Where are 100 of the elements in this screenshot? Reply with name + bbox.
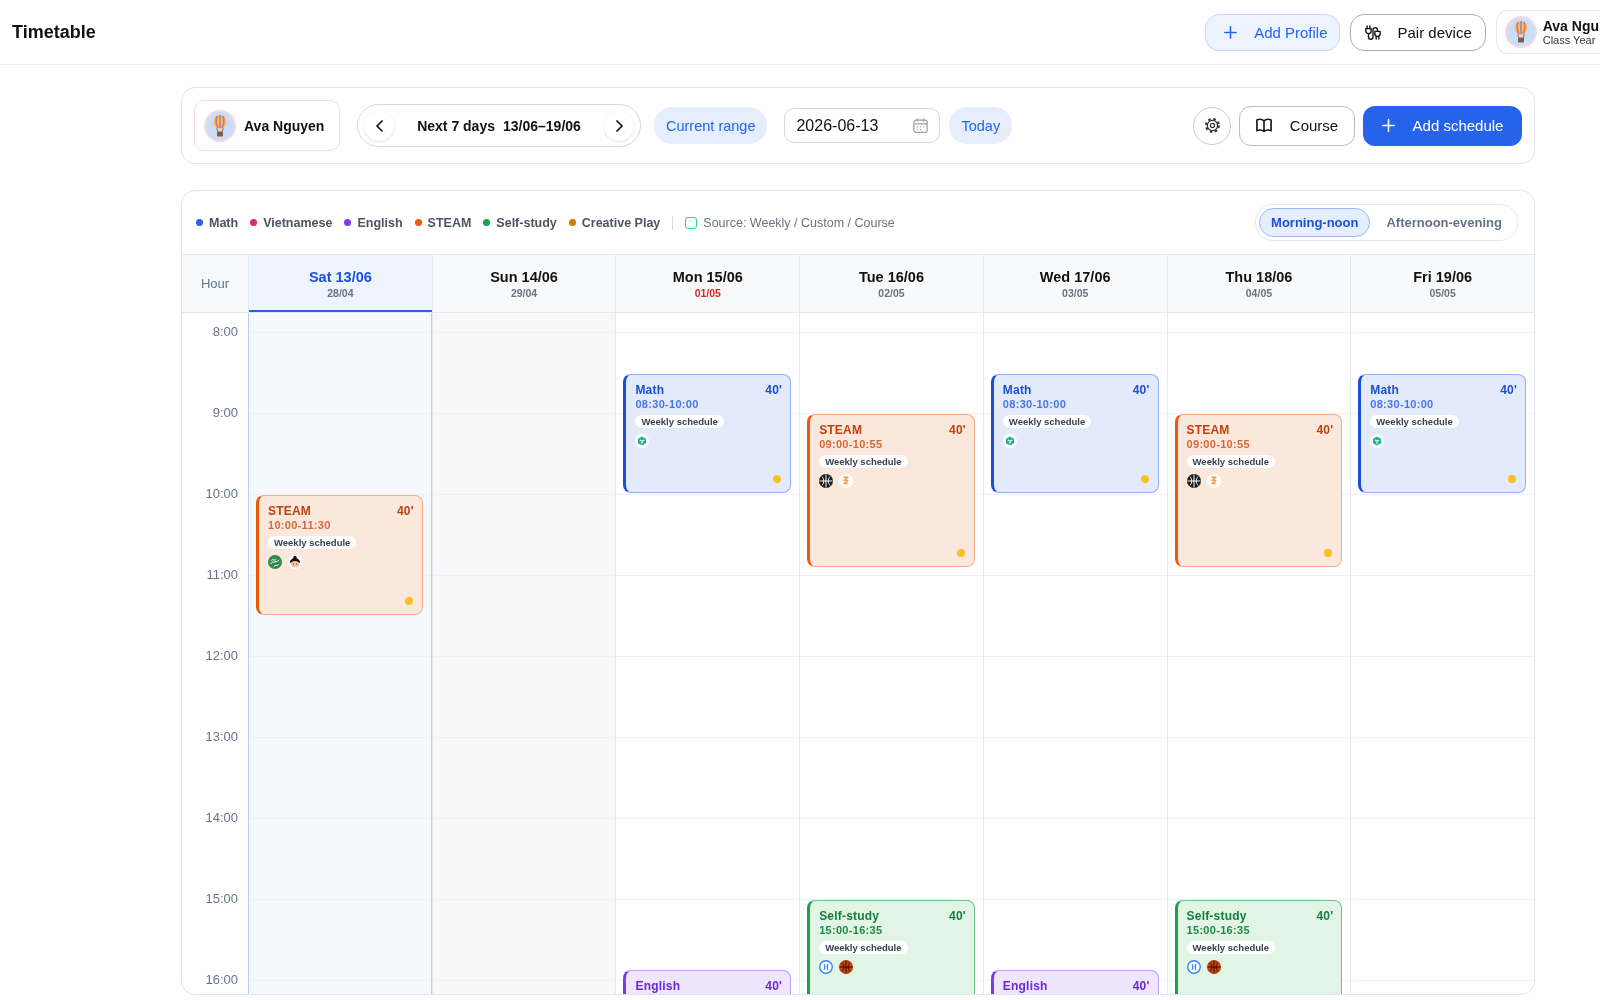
day-header[interactable]: Sun 14/06 29/04	[431, 255, 616, 312]
range-dates: 13/06–19/06	[503, 117, 581, 134]
balloon-avatar-icon	[204, 109, 236, 142]
event-time: 15:00-16:35	[819, 924, 884, 936]
profile-name: Ava Nguyen	[244, 117, 325, 134]
event-card[interactable]: STEAM 40' 09:00-10:55 Weekly schedule	[1174, 414, 1343, 568]
event-card[interactable]: STEAM 40' 09:00-10:55 Weekly schedule	[807, 414, 975, 568]
book-icon	[1255, 118, 1272, 133]
event-title: English	[1002, 979, 1048, 993]
next-button[interactable]	[604, 110, 634, 141]
event-title: Math	[1370, 382, 1400, 397]
settings-button[interactable]	[1193, 106, 1231, 145]
course-button[interactable]: Course	[1239, 105, 1355, 146]
legend-label: Self-study	[496, 215, 557, 230]
event-card[interactable]: Math 40' 08:30-10:00 Weekly schedule	[1358, 373, 1526, 493]
lunar-date: 03/05	[1062, 286, 1089, 299]
hour-label: 15:00	[205, 891, 238, 907]
source-tag: Weekly schedule	[1002, 414, 1092, 428]
pause-icon	[819, 960, 834, 974]
legend-label: Creative Play	[581, 215, 661, 230]
event-duration: 40'	[1132, 382, 1150, 397]
event-card[interactable]: Self-study 40' 15:00-16:35 Weekly schedule	[1174, 900, 1343, 994]
hour-label: 8:00	[212, 324, 238, 340]
hour-label: 10:00	[205, 486, 238, 502]
day-header[interactable]: Wed 17/06 03/05	[982, 255, 1167, 312]
event-duration: 40'	[949, 423, 966, 437]
event-duration: 40'	[1132, 979, 1150, 993]
event-title: Self-study	[1186, 909, 1247, 923]
event-card[interactable]: English 40'	[990, 970, 1159, 994]
chevron-right-icon	[615, 119, 623, 132]
day-label: Sat 13/06	[308, 268, 372, 285]
profile-name: Ava Ngu	[1542, 17, 1599, 34]
legend-label: Vietnamese	[263, 215, 333, 230]
legend-label: STEAM	[427, 215, 472, 230]
event-time: 09:00-10:55	[1186, 438, 1251, 450]
day-header[interactable]: Tue 16/06 02/05	[799, 255, 983, 312]
event-time: 08:30-10:00	[1002, 397, 1068, 410]
event-title: STEAM	[819, 423, 863, 437]
source-tag: Weekly schedule	[819, 455, 908, 468]
cable-icon	[1364, 24, 1381, 40]
hour-label: 13:00	[205, 729, 238, 745]
event-title: Math	[635, 382, 665, 397]
day-header[interactable]: Mon 15/06 01/05	[615, 255, 800, 312]
today-button[interactable]: Today	[949, 107, 1013, 144]
day-header[interactable]: Fri 19/06 05/05	[1350, 255, 1534, 312]
period-option[interactable]: Morning-noon	[1259, 208, 1371, 237]
event-card[interactable]: Math 40' 08:30-10:00 Weekly schedule	[623, 373, 792, 493]
event-duration: 40'	[1500, 382, 1517, 397]
lunar-date: 28/04	[327, 286, 354, 299]
event-time: 08:30-10:00	[1370, 397, 1435, 410]
day-header[interactable]: Thu 18/06 04/05	[1166, 255, 1351, 312]
source-tag: Weekly schedule	[1186, 941, 1275, 954]
hour-label: 14:00	[205, 810, 238, 826]
plus-icon	[1224, 25, 1238, 39]
page-title: Timetable	[12, 21, 96, 43]
crossed-ball-icon	[1186, 474, 1201, 488]
profile-class: Class Year	[1542, 33, 1596, 47]
previous-button[interactable]	[364, 110, 394, 141]
event-duration: 40'	[396, 504, 414, 518]
source-tag: Weekly schedule	[1370, 414, 1459, 428]
event-card[interactable]: STEAM 40' 10:00-11:30 Weekly schedule	[256, 495, 423, 615]
event-card[interactable]: English 40'	[623, 970, 792, 994]
event-card[interactable]: Math 40' 08:30-10:00 Weekly schedule	[990, 373, 1159, 493]
event-time: 08:30-10:00	[635, 397, 700, 410]
lunar-date: 05/05	[1429, 286, 1456, 299]
event-time: 10:00-11:30	[268, 519, 332, 531]
hour-label: 9:00	[212, 405, 238, 421]
hour-label: 16:00	[205, 972, 238, 988]
calendar-icon	[913, 118, 929, 133]
crossed-ball-icon	[819, 474, 834, 488]
current-range-button[interactable]: Current range	[654, 107, 768, 144]
event-card[interactable]: Self-study 40' 15:00-16:35 Weekly schedule	[807, 900, 975, 994]
plus-icon	[1381, 119, 1395, 132]
squiggle-icon	[1206, 474, 1221, 488]
event-duration: 40'	[1316, 909, 1334, 923]
profile-selector[interactable]: Ava Nguyen	[194, 100, 340, 151]
add-profile-button[interactable]: Add Profile	[1205, 13, 1340, 51]
settings-icon	[1204, 118, 1220, 133]
event-title: STEAM	[268, 504, 311, 518]
squiggle-icon	[839, 474, 854, 488]
event-duration: 40'	[949, 909, 966, 923]
event-title: Math	[1002, 382, 1032, 397]
lunar-date: 01/05	[694, 286, 721, 299]
legend-label: Math	[209, 215, 239, 230]
lunar-date: 02/05	[878, 286, 905, 299]
period-option[interactable]: Afternoon-evening	[1374, 208, 1514, 237]
add-schedule-button[interactable]: Add schedule	[1363, 105, 1522, 146]
hour-label: 12:00	[205, 648, 238, 664]
pause-icon	[1186, 960, 1201, 974]
cartoon-kid-icon	[288, 555, 302, 569]
source-tag: Weekly schedule	[819, 941, 908, 954]
cube-icon	[635, 433, 650, 448]
date-field[interactable]: 2026-06-13	[784, 108, 941, 143]
pair-device-button[interactable]: Pair device	[1349, 13, 1486, 51]
lunar-date: 29/04	[510, 286, 538, 299]
profile-card[interactable]: Ava Ngu Class Year	[1495, 10, 1600, 54]
source-marker-icon	[685, 216, 698, 229]
balloon-avatar-icon	[1504, 16, 1537, 48]
day-header[interactable]: Sat 13/06 28/04	[248, 255, 432, 312]
cube-icon	[1002, 433, 1017, 448]
